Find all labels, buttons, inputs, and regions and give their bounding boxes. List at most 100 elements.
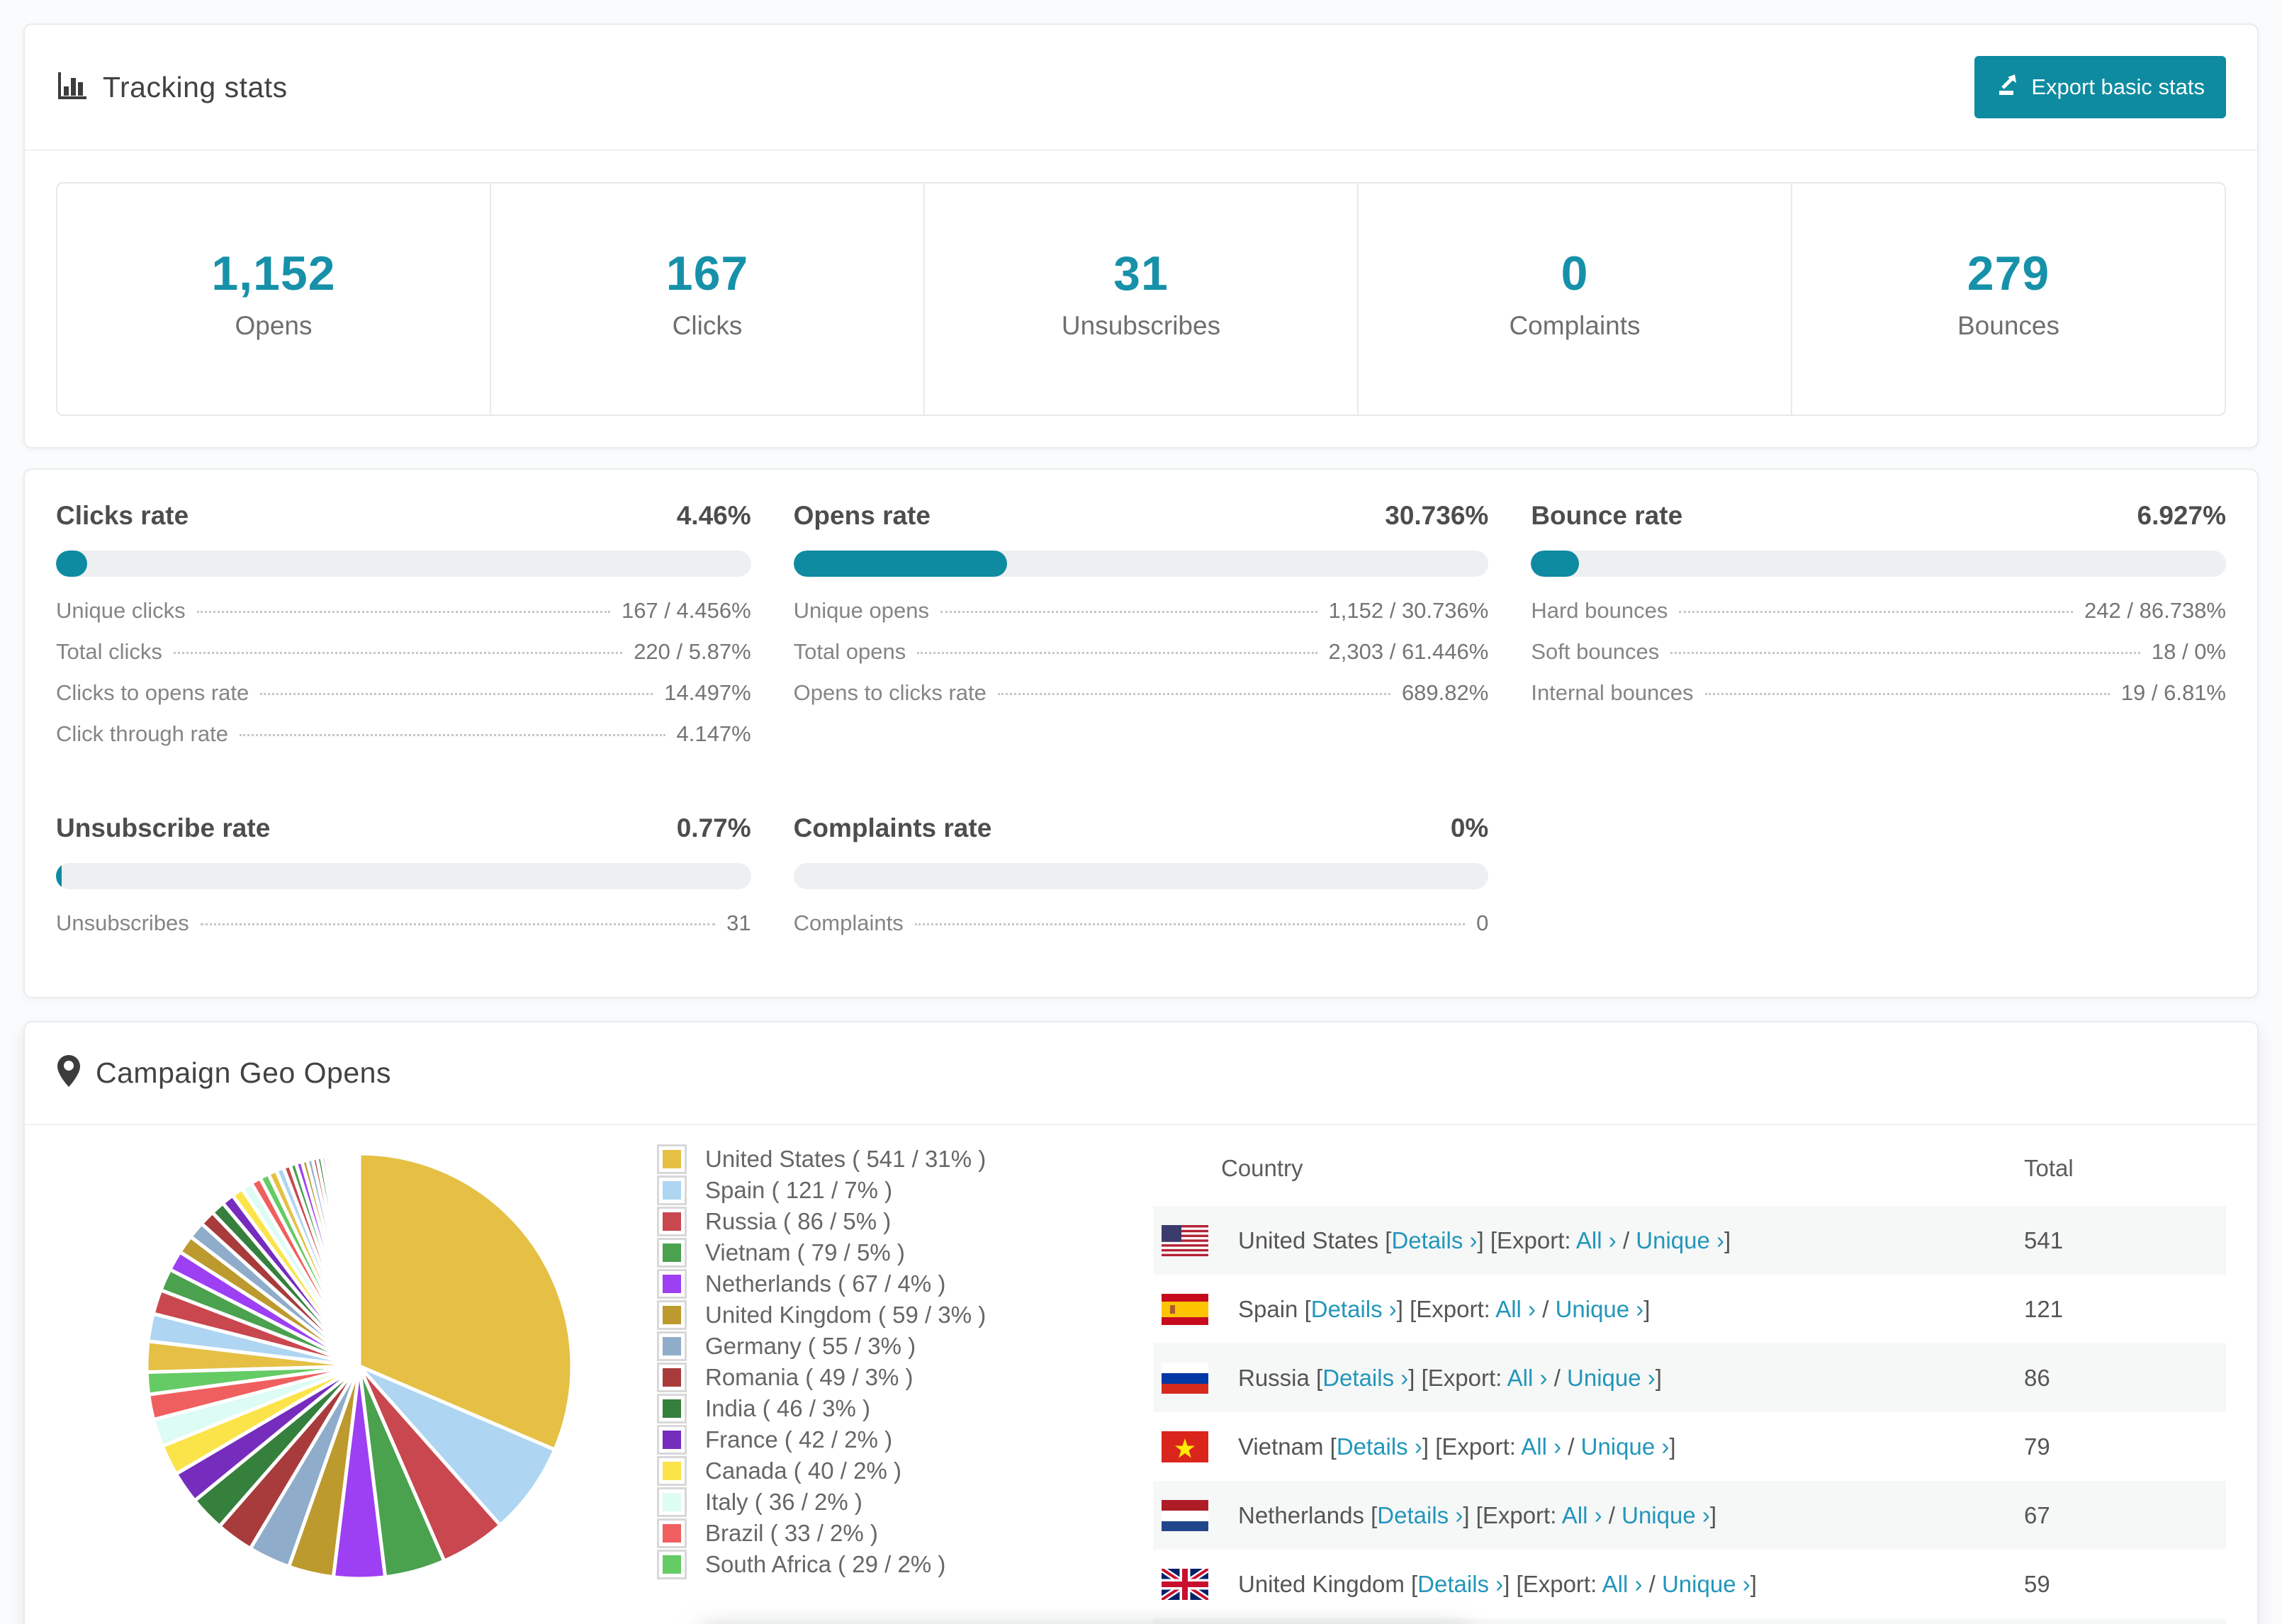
- legend-item-romania: Romania ( 49 / 3% ): [657, 1362, 1125, 1393]
- stat-value: 167: [665, 247, 749, 300]
- export-label: Export:: [1522, 1570, 1597, 1597]
- country-cell: Vietnam [Details ›] [Export: All › / Uni…: [1238, 1433, 2024, 1460]
- bracket: ]: [1655, 1364, 1662, 1391]
- legend-swatch: [657, 1456, 687, 1486]
- dotted-leader: [196, 611, 610, 613]
- slash: /: [1542, 1295, 1549, 1322]
- country-name: United Kingdom: [1238, 1570, 1405, 1597]
- export-all-link[interactable]: All ›: [1495, 1296, 1536, 1322]
- stat-cell-opens: 1,152 Opens: [57, 184, 491, 415]
- metric-row: Hard bounces 242 / 86.738%: [1531, 598, 2226, 639]
- legend-item-italy: Italy ( 36 / 2% ): [657, 1487, 1125, 1518]
- bracket: [: [1330, 1433, 1337, 1460]
- metric-label: Total clicks: [56, 639, 162, 664]
- export-all-link[interactable]: All ›: [1576, 1227, 1617, 1253]
- bracket: [: [1371, 1501, 1378, 1528]
- bracket: [: [1435, 1433, 1442, 1460]
- vn-flag-icon: [1153, 1431, 1238, 1462]
- export-all-link[interactable]: All ›: [1521, 1433, 1561, 1460]
- details-link[interactable]: Details ›: [1391, 1227, 1477, 1253]
- legend-item-south-africa: South Africa ( 29 / 2% ): [657, 1549, 1125, 1580]
- bracket: ]: [1643, 1295, 1651, 1322]
- metric-row: Opens to clicks rate 689.82%: [794, 680, 1489, 721]
- metric-value: 4.147%: [676, 721, 751, 746]
- map-pin-icon: [56, 1054, 82, 1093]
- export-label: Export:: [1427, 1364, 1502, 1391]
- legend-label: Canada ( 40 / 2% ): [705, 1457, 901, 1484]
- export-all-link[interactable]: All ›: [1562, 1502, 1602, 1528]
- export-icon: [1996, 72, 2021, 103]
- slash: /: [1648, 1570, 1656, 1597]
- export-unique-link[interactable]: Unique ›: [1581, 1433, 1670, 1460]
- legend-label: Spain ( 121 / 7% ): [705, 1177, 893, 1203]
- metric-row: Soft bounces 18 / 0%: [1531, 639, 2226, 680]
- bracket: ]: [1709, 1501, 1717, 1528]
- export-basic-stats-button[interactable]: Export basic stats: [1974, 56, 2226, 118]
- metric-row: Unsubscribes 31: [56, 910, 751, 952]
- legend-label: France ( 42 / 2% ): [705, 1426, 893, 1453]
- total-cell: 59: [2024, 1570, 2050, 1597]
- legend-label: Italy ( 36 / 2% ): [705, 1489, 862, 1515]
- legend-swatch: [657, 1425, 687, 1455]
- export-all-link[interactable]: All ›: [1507, 1365, 1548, 1391]
- geo-opens-table: Country Total United States [Details ›] …: [1153, 1137, 2226, 1624]
- progress-bar: [1531, 551, 2226, 577]
- details-link[interactable]: Details ›: [1322, 1365, 1408, 1391]
- export-all-link[interactable]: All ›: [1602, 1571, 1643, 1597]
- metric-value: 0: [1476, 910, 1489, 935]
- legend-item-netherlands: Netherlands ( 67 / 4% ): [657, 1268, 1125, 1299]
- tracking-stats-card: Tracking stats Export basic stats 1,152 O…: [23, 23, 2259, 449]
- legend-label: Brazil ( 33 / 2% ): [705, 1520, 878, 1546]
- bracket: ]: [1463, 1501, 1470, 1528]
- progress-bar: [56, 551, 751, 577]
- table-header-row: Country Total: [1153, 1137, 2226, 1206]
- summary-stats-row: 1,152 Opens 167 Clicks 31 Unsubscribes 0 Compla…: [56, 182, 2226, 416]
- export-unique-link[interactable]: Unique ›: [1636, 1227, 1724, 1253]
- nl-flag-icon: [1153, 1499, 1238, 1531]
- details-link[interactable]: Details ›: [1417, 1571, 1503, 1597]
- rate-panel-complaints-rate: Complaints rate 0% Complaints 0: [793, 813, 1489, 952]
- legend-label: South Africa ( 29 / 2% ): [705, 1551, 946, 1577]
- country-name: Netherlands: [1238, 1501, 1364, 1528]
- bracket: [: [1410, 1295, 1417, 1322]
- metric-label: Opens to clicks rate: [793, 680, 987, 705]
- stat-value: 1,152: [211, 247, 336, 300]
- country-cell: United Kingdom [Details ›] [Export: All …: [1238, 1571, 2024, 1598]
- metric-value: 2,303 / 61.446%: [1328, 639, 1489, 664]
- legend-swatch: [657, 1394, 687, 1423]
- details-link[interactable]: Details ›: [1337, 1433, 1422, 1460]
- metric-value: 1,152 / 30.736%: [1328, 598, 1489, 623]
- export-unique-link[interactable]: Unique ›: [1567, 1365, 1656, 1391]
- page-title: Tracking stats: [103, 70, 288, 103]
- total-cell: 121: [2024, 1295, 2064, 1322]
- legend-label: United States ( 541 / 31% ): [705, 1146, 987, 1172]
- export-unique-link[interactable]: Unique ›: [1621, 1502, 1710, 1528]
- progress-bar: [56, 863, 751, 889]
- legend-swatch: [657, 1175, 687, 1205]
- export-label: Export:: [1441, 1433, 1516, 1460]
- legend-item-vietnam: Vietnam ( 79 / 5% ): [657, 1237, 1125, 1268]
- rate-title: Opens rate: [793, 501, 931, 530]
- legend-swatch: [657, 1550, 687, 1579]
- dotted-leader: [1704, 693, 2110, 695]
- bracket: ]: [1750, 1570, 1757, 1597]
- legend-swatch: [657, 1331, 687, 1361]
- rate-panel-unsubscribe-rate: Unsubscribe rate 0.77% Unsubscribes 31: [56, 813, 751, 952]
- stat-cell-bounces: 279 Bounces: [1792, 184, 2225, 415]
- bracket: [: [1516, 1570, 1523, 1597]
- details-link[interactable]: Details ›: [1311, 1296, 1397, 1322]
- dotted-leader: [200, 923, 716, 925]
- dotted-leader: [917, 652, 1317, 654]
- export-unique-link[interactable]: Unique ›: [1556, 1296, 1644, 1322]
- details-link[interactable]: Details ›: [1377, 1502, 1463, 1528]
- legend-item-brazil: Brazil ( 33 / 2% ): [657, 1518, 1125, 1549]
- bracket: [: [1476, 1501, 1483, 1528]
- geo-title: Campaign Geo Opens: [96, 1056, 391, 1089]
- table-row-netherlands: Netherlands [Details ›] [Export: All › /…: [1153, 1481, 2226, 1550]
- stat-cell-unsubscribes: 31 Unsubscribes: [925, 184, 1359, 415]
- export-unique-link[interactable]: Unique ›: [1662, 1571, 1750, 1597]
- gb-flag-icon: [1153, 1568, 1238, 1600]
- bracket: [: [1304, 1295, 1311, 1322]
- geo-opens-pie-chart: [133, 1131, 586, 1602]
- legend-item-canada: Canada ( 40 / 2% ): [657, 1455, 1125, 1487]
